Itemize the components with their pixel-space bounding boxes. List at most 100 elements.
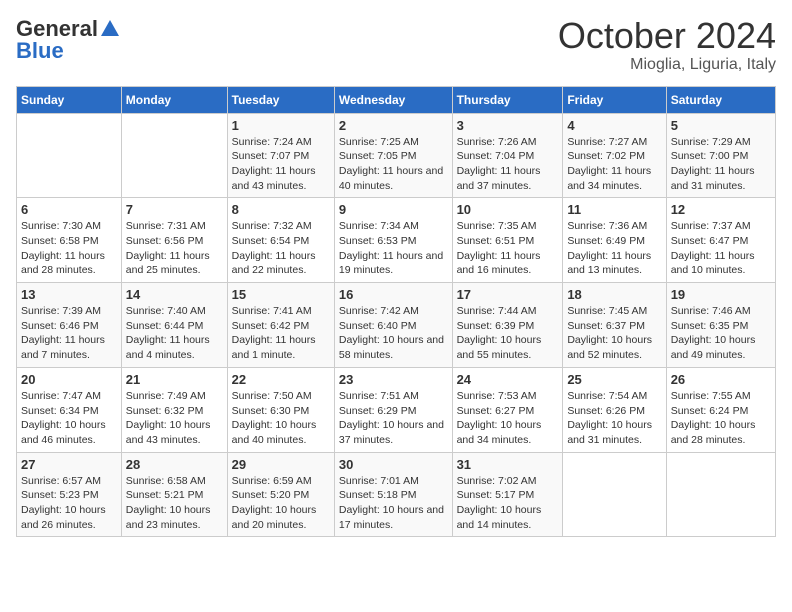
day-info: Sunrise: 6:58 AMSunset: 5:21 PMDaylight:…: [126, 474, 223, 533]
day-number: 8: [232, 202, 330, 217]
calendar-cell: [563, 452, 666, 537]
day-number: 20: [21, 372, 117, 387]
day-number: 22: [232, 372, 330, 387]
calendar-cell: 14 Sunrise: 7:40 AMSunset: 6:44 PMDayligh…: [121, 283, 227, 368]
calendar-cell: [17, 113, 122, 198]
day-number: 15: [232, 287, 330, 302]
day-info: Sunrise: 7:24 AMSunset: 7:07 PMDaylight:…: [232, 135, 330, 194]
calendar-cell: 29Sunrise: 6:59 AMSunset: 5:20 PMDayligh…: [227, 452, 334, 537]
day-info: Sunrise: 7:49 AMSunset: 6:32 PMDaylight:…: [126, 389, 223, 448]
calendar-cell: 1 Sunrise: 7:24 AMSunset: 7:07 PMDaylight…: [227, 113, 334, 198]
day-number: 25: [567, 372, 661, 387]
day-info: Sunrise: 6:57 AMSunset: 5:23 PMDaylight:…: [21, 474, 117, 533]
day-info: Sunrise: 7:37 AMSunset: 6:47 PMDaylight:…: [671, 219, 771, 278]
location-title: Mioglia, Liguria, Italy: [558, 56, 776, 74]
calendar-cell: 17 Sunrise: 7:44 AMSunset: 6:39 PMDayligh…: [452, 283, 563, 368]
day-info: Sunrise: 7:27 AMSunset: 7:02 PMDaylight:…: [567, 135, 661, 194]
calendar-cell: 15 Sunrise: 7:41 AMSunset: 6:42 PMDayligh…: [227, 283, 334, 368]
day-number: 17: [457, 287, 559, 302]
calendar-cell: 11 Sunrise: 7:36 AMSunset: 6:49 PMDayligh…: [563, 198, 666, 283]
day-info: Sunrise: 7:51 AMSunset: 6:29 PMDaylight:…: [339, 389, 448, 448]
calendar-cell: [121, 113, 227, 198]
day-number: 10: [457, 202, 559, 217]
calendar-cell: 22Sunrise: 7:50 AMSunset: 6:30 PMDayligh…: [227, 367, 334, 452]
day-number: 23: [339, 372, 448, 387]
calendar-cell: 3 Sunrise: 7:26 AMSunset: 7:04 PMDaylight…: [452, 113, 563, 198]
calendar-cell: 13 Sunrise: 7:39 AMSunset: 6:46 PMDayligh…: [17, 283, 122, 368]
day-info: Sunrise: 7:31 AMSunset: 6:56 PMDaylight:…: [126, 219, 223, 278]
day-info: Sunrise: 7:35 AMSunset: 6:51 PMDaylight:…: [457, 219, 559, 278]
calendar-cell: 20 Sunrise: 7:47 AMSunset: 6:34 PMDayligh…: [17, 367, 122, 452]
day-info: Sunrise: 7:53 AMSunset: 6:27 PMDaylight:…: [457, 389, 559, 448]
calendar-cell: 2 Sunrise: 7:25 AMSunset: 7:05 PMDaylight…: [334, 113, 452, 198]
day-number: 11: [567, 202, 661, 217]
calendar-week-2: 6Sunrise: 7:30 AMSunset: 6:58 PMDaylight…: [17, 198, 776, 283]
day-info: Sunrise: 7:02 AMSunset: 5:17 PMDaylight:…: [457, 474, 559, 533]
logo-area: General Blue: [16, 16, 122, 64]
day-info: Sunrise: 7:32 AMSunset: 6:54 PMDaylight:…: [232, 219, 330, 278]
day-number: 1: [232, 118, 330, 133]
calendar-cell: 28 Sunrise: 6:58 AMSunset: 5:21 PMDayligh…: [121, 452, 227, 537]
day-info: Sunrise: 7:47 AMSunset: 6:34 PMDaylight:…: [21, 389, 117, 448]
day-number: 19: [671, 287, 771, 302]
day-info: Sunrise: 7:26 AMSunset: 7:04 PMDaylight:…: [457, 135, 559, 194]
day-number: 3: [457, 118, 559, 133]
day-info: Sunrise: 7:44 AMSunset: 6:39 PMDaylight:…: [457, 304, 559, 363]
day-number: 14: [126, 287, 223, 302]
calendar-cell: 5Sunrise: 7:29 AMSunset: 7:00 PMDaylight…: [666, 113, 775, 198]
calendar-table: SundayMondayTuesdayWednesdayThursdayFrid…: [16, 86, 776, 538]
calendar-cell: 27 Sunrise: 6:57 AMSunset: 5:23 PMDayligh…: [17, 452, 122, 537]
calendar-cell: 23 Sunrise: 7:51 AMSunset: 6:29 PMDayligh…: [334, 367, 452, 452]
calendar-cell: 10 Sunrise: 7:35 AMSunset: 6:51 PMDayligh…: [452, 198, 563, 283]
calendar-cell: 26Sunrise: 7:55 AMSunset: 6:24 PMDayligh…: [666, 367, 775, 452]
day-number: 9: [339, 202, 448, 217]
header: General Blue October 2024 Mioglia, Ligur…: [16, 16, 776, 74]
day-number: 18: [567, 287, 661, 302]
day-number: 16: [339, 287, 448, 302]
day-info: Sunrise: 7:01 AMSunset: 5:18 PMDaylight:…: [339, 474, 448, 533]
day-info: Sunrise: 7:54 AMSunset: 6:26 PMDaylight:…: [567, 389, 661, 448]
calendar-cell: 6Sunrise: 7:30 AMSunset: 6:58 PMDaylight…: [17, 198, 122, 283]
calendar-cell: 19Sunrise: 7:46 AMSunset: 6:35 PMDayligh…: [666, 283, 775, 368]
day-number: 21: [126, 372, 223, 387]
day-info: Sunrise: 7:39 AMSunset: 6:46 PMDaylight:…: [21, 304, 117, 363]
weekday-header-saturday: Saturday: [666, 86, 775, 113]
day-number: 7: [126, 202, 223, 217]
logo-blue: Blue: [16, 38, 64, 64]
calendar-cell: 21 Sunrise: 7:49 AMSunset: 6:32 PMDayligh…: [121, 367, 227, 452]
weekday-header-thursday: Thursday: [452, 86, 563, 113]
calendar-cell: 8 Sunrise: 7:32 AMSunset: 6:54 PMDaylight…: [227, 198, 334, 283]
day-info: Sunrise: 7:40 AMSunset: 6:44 PMDaylight:…: [126, 304, 223, 363]
day-number: 13: [21, 287, 117, 302]
weekday-header-tuesday: Tuesday: [227, 86, 334, 113]
calendar-week-3: 13 Sunrise: 7:39 AMSunset: 6:46 PMDayligh…: [17, 283, 776, 368]
calendar-cell: 18 Sunrise: 7:45 AMSunset: 6:37 PMDayligh…: [563, 283, 666, 368]
day-info: Sunrise: 6:59 AMSunset: 5:20 PMDaylight:…: [232, 474, 330, 533]
day-number: 2: [339, 118, 448, 133]
weekday-header-friday: Friday: [563, 86, 666, 113]
calendar-cell: 7 Sunrise: 7:31 AMSunset: 6:56 PMDaylight…: [121, 198, 227, 283]
day-number: 28: [126, 457, 223, 472]
day-number: 27: [21, 457, 117, 472]
day-info: Sunrise: 7:41 AMSunset: 6:42 PMDaylight:…: [232, 304, 330, 363]
day-number: 6: [21, 202, 117, 217]
weekday-header-row: SundayMondayTuesdayWednesdayThursdayFrid…: [17, 86, 776, 113]
day-info: Sunrise: 7:42 AMSunset: 6:40 PMDaylight:…: [339, 304, 448, 363]
calendar-cell: 12 Sunrise: 7:37 AMSunset: 6:47 PMDayligh…: [666, 198, 775, 283]
logo-icon: [99, 18, 121, 40]
calendar-week-1: 1 Sunrise: 7:24 AMSunset: 7:07 PMDaylight…: [17, 113, 776, 198]
calendar-cell: 9Sunrise: 7:34 AMSunset: 6:53 PMDaylight…: [334, 198, 452, 283]
calendar-cell: 31 Sunrise: 7:02 AMSunset: 5:17 PMDayligh…: [452, 452, 563, 537]
day-number: 31: [457, 457, 559, 472]
month-title: October 2024: [558, 16, 776, 56]
day-info: Sunrise: 7:45 AMSunset: 6:37 PMDaylight:…: [567, 304, 661, 363]
day-info: Sunrise: 7:29 AMSunset: 7:00 PMDaylight:…: [671, 135, 771, 194]
calendar-week-5: 27 Sunrise: 6:57 AMSunset: 5:23 PMDayligh…: [17, 452, 776, 537]
day-number: 26: [671, 372, 771, 387]
calendar-cell: 25 Sunrise: 7:54 AMSunset: 6:26 PMDayligh…: [563, 367, 666, 452]
day-info: Sunrise: 7:36 AMSunset: 6:49 PMDaylight:…: [567, 219, 661, 278]
day-number: 4: [567, 118, 661, 133]
day-info: Sunrise: 7:25 AMSunset: 7:05 PMDaylight:…: [339, 135, 448, 194]
weekday-header-sunday: Sunday: [17, 86, 122, 113]
day-number: 12: [671, 202, 771, 217]
